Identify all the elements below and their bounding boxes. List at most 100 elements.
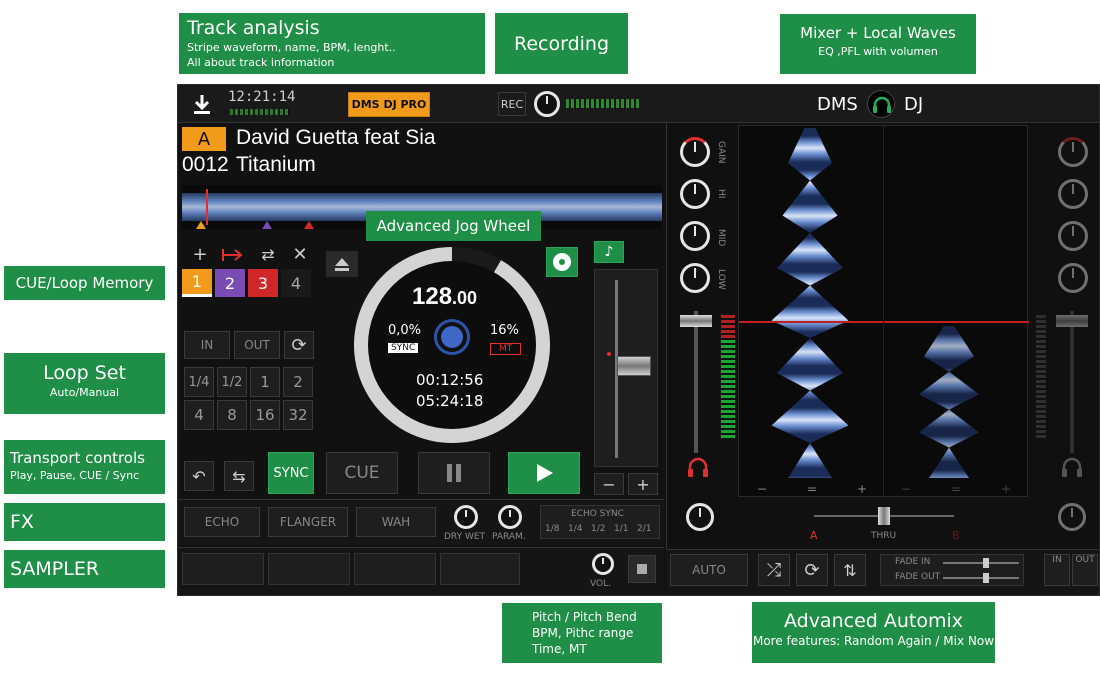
sampler-pad[interactable]: [182, 553, 264, 585]
callout-title: Transport controls: [10, 449, 145, 467]
repeat-icon[interactable]: ⟳: [796, 554, 828, 586]
volume-fader-handle[interactable]: [1056, 315, 1088, 327]
wave-scale-left-plus[interactable]: +: [857, 482, 867, 496]
fx-echo-button[interactable]: ECHO: [184, 507, 260, 537]
shuffle-icon[interactable]: ⤮: [758, 554, 790, 586]
loop-size-label: 32: [288, 406, 308, 424]
wave-center-divider: [883, 126, 884, 498]
cue-button[interactable]: CUE: [326, 452, 398, 494]
pfl-volume-knob-right[interactable]: [1058, 503, 1086, 531]
loop-in-button[interactable]: IN: [184, 331, 230, 359]
loop-size-8[interactable]: 8: [217, 400, 247, 430]
wave-scale-right-minus[interactable]: −: [901, 482, 911, 496]
fade-out-slider[interactable]: [943, 573, 1019, 583]
fade-out-label[interactable]: FADE OUT: [895, 572, 940, 582]
beat-fraction[interactable]: 1/8: [545, 524, 559, 534]
sampler-stop-button[interactable]: [628, 555, 656, 583]
beat-fraction[interactable]: 1/1: [614, 524, 628, 534]
headphones-pfl-right-icon[interactable]: [1058, 453, 1086, 481]
beat-fraction[interactable]: 1/4: [568, 524, 582, 534]
callout-transport: Transport controls Play, Pause, CUE / Sy…: [4, 440, 165, 494]
callout-recording: Recording: [495, 13, 628, 74]
gain-knob-left[interactable]: [680, 137, 710, 167]
eq-label-hi: HI: [716, 189, 726, 199]
download-icon[interactable]: [192, 93, 212, 115]
vu-meter-right: [1036, 315, 1046, 439]
dry-wet-knob[interactable]: [454, 505, 478, 529]
reloop-icon[interactable]: ⟳: [284, 331, 314, 359]
fx-flanger-button[interactable]: FLANGER: [268, 507, 348, 537]
rec-button[interactable]: REC: [498, 92, 526, 116]
fx-wah-button[interactable]: WAH: [356, 507, 436, 537]
loop-out-button[interactable]: OUT: [234, 331, 280, 359]
mix-now-icon[interactable]: ⇅: [834, 554, 866, 586]
rec-gain-knob[interactable]: [534, 91, 560, 117]
wave-scale-left-minus[interactable]: −: [757, 482, 767, 496]
automix-in-button[interactable]: IN: [1044, 554, 1070, 586]
key-lock-button[interactable]: ♪: [594, 241, 624, 263]
fade-in-label[interactable]: FADE IN: [895, 557, 930, 567]
loop-size-1-2[interactable]: 1/2: [217, 367, 247, 397]
automix-auto-button[interactable]: AUTO: [670, 554, 748, 586]
wave-scale-left-eq[interactable]: =: [807, 482, 817, 496]
cue-point-button-3[interactable]: 3: [248, 269, 278, 297]
vinyl-mode-button[interactable]: [546, 247, 578, 277]
loop-size-2[interactable]: 2: [283, 367, 313, 397]
loop-size-16[interactable]: 16: [250, 400, 280, 430]
eject-icon[interactable]: [326, 251, 358, 277]
hi-knob-right[interactable]: [1058, 179, 1088, 209]
volume-fader-handle[interactable]: [680, 315, 712, 327]
pitch-fader-track[interactable]: [594, 269, 658, 467]
sampler-pad[interactable]: [440, 553, 520, 585]
low-knob-left[interactable]: [680, 263, 710, 293]
loop-size-32[interactable]: 32: [283, 400, 313, 430]
pfl-volume-knob-left[interactable]: [686, 503, 714, 531]
sampler-pad[interactable]: [268, 553, 350, 585]
cue-point-button-2[interactable]: 2: [215, 269, 245, 297]
headphones-logo-icon: [867, 90, 895, 118]
crossfader-handle[interactable]: [878, 507, 890, 525]
sampler-volume-knob[interactable]: [592, 553, 614, 575]
sampler-pad[interactable]: [354, 553, 436, 585]
delete-cue-icon[interactable]: ✕: [286, 245, 314, 265]
pitch-bend-up[interactable]: +: [628, 473, 658, 495]
sync-button[interactable]: SYNC: [268, 452, 314, 494]
jump-cue-icon[interactable]: [220, 245, 248, 265]
volume-fader-right[interactable]: [1056, 311, 1088, 453]
pitch-bend-down[interactable]: −: [594, 473, 624, 495]
automix-out-button[interactable]: OUT: [1072, 554, 1098, 586]
loop-cue-icon[interactable]: ⇄: [254, 245, 282, 265]
play-button[interactable]: [508, 452, 580, 494]
loop-size-1-4[interactable]: 1/4: [184, 367, 214, 397]
param-knob[interactable]: [498, 505, 522, 529]
pitch-fader-handle[interactable]: [617, 356, 651, 376]
cue-marker-3: [304, 221, 314, 229]
level-meter: [230, 109, 290, 115]
crossfader[interactable]: [814, 507, 954, 525]
cue-point-button-1[interactable]: 1: [182, 269, 212, 297]
jog-wheel[interactable]: 128.00 0,0% 16% SYNC MT 00:12:56 05:24:1…: [354, 247, 550, 443]
beat-fraction[interactable]: 1/2: [591, 524, 605, 534]
mt-tag[interactable]: MT: [490, 343, 522, 355]
headphones-pfl-left-icon[interactable]: [684, 453, 712, 481]
cue-point-button-4[interactable]: 4: [281, 269, 311, 297]
jog-center-disc: [434, 319, 470, 355]
wave-scale-right-eq[interactable]: =: [951, 482, 961, 496]
mid-knob-left[interactable]: [680, 221, 710, 251]
low-knob-right[interactable]: [1058, 263, 1088, 293]
volume-fader-left[interactable]: [680, 311, 712, 453]
loop-size-4[interactable]: 4: [184, 400, 214, 430]
loop-back-icon[interactable]: ↶: [184, 461, 214, 491]
hi-knob-left[interactable]: [680, 179, 710, 209]
loop-shift-icon[interactable]: ⇆: [224, 461, 254, 491]
echo-sync-label[interactable]: ECHO SYNC: [571, 509, 624, 519]
gain-knob-right[interactable]: [1058, 137, 1088, 167]
fade-in-slider[interactable]: [943, 558, 1019, 568]
beat-fraction[interactable]: 2/1: [637, 524, 651, 534]
wave-scale-right-plus[interactable]: +: [1001, 482, 1011, 496]
pause-button[interactable]: [418, 452, 490, 494]
brand-button[interactable]: DMS DJ PRO: [348, 92, 430, 117]
add-cue-icon[interactable]: +: [186, 245, 214, 265]
mid-knob-right[interactable]: [1058, 221, 1088, 251]
loop-size-1[interactable]: 1: [250, 367, 280, 397]
